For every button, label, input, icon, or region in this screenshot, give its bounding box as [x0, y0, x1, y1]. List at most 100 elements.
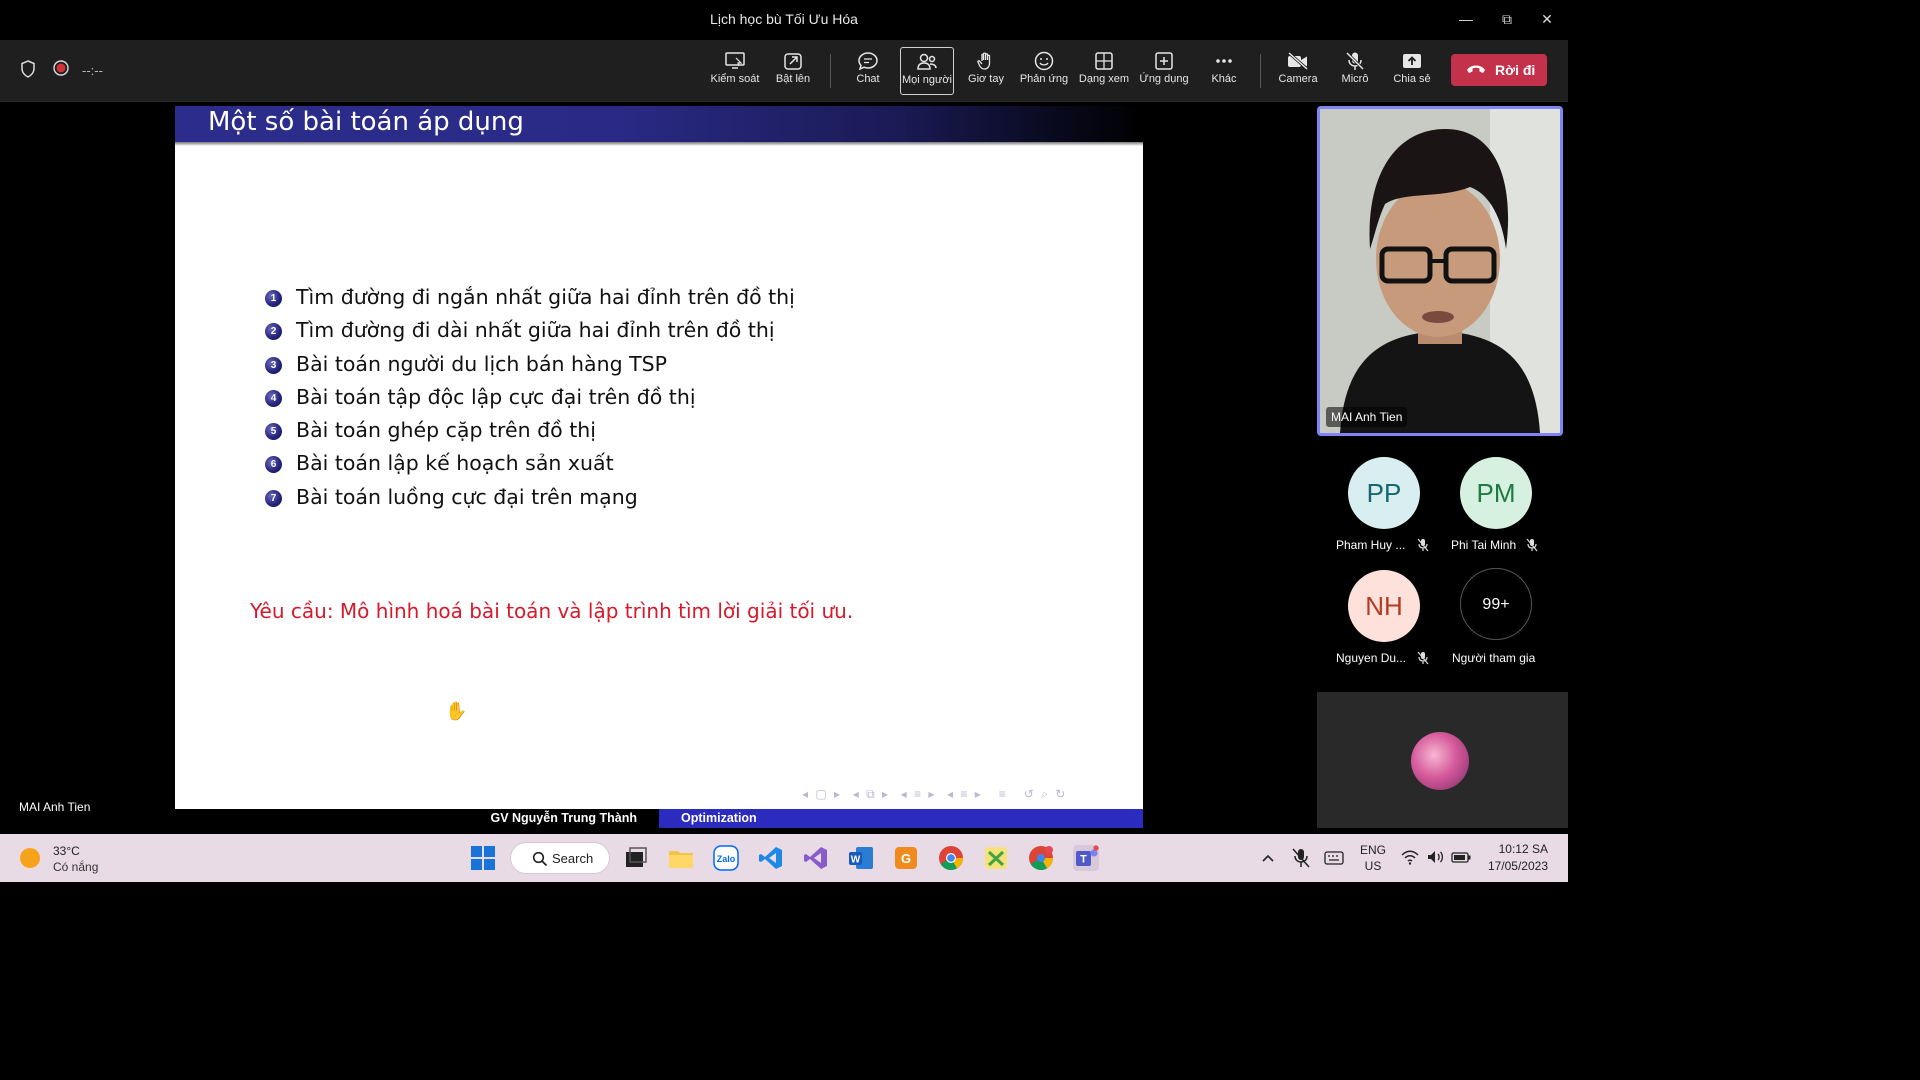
slide-header: Một số bài toán áp dụng [175, 106, 1143, 142]
beamer-navigation-icons[interactable]: ◂ ▢ ▸ ◂ ⧉ ▸ ◂ ≡ ▸ ◂ ≡ ▸ ≡ ↺ ⌕ ↻ [802, 787, 1067, 802]
toolbar-divider [1260, 54, 1261, 88]
language-bottom[interactable]: US [1356, 859, 1390, 873]
more-button[interactable]: Khác [1195, 47, 1253, 95]
windows-start-icon[interactable] [470, 845, 496, 871]
participant-avatar[interactable]: NH [1348, 570, 1420, 642]
requirement-text: Yêu cầu: Mô hình hoá bài toán và lập trì… [250, 599, 854, 623]
wifi-icon[interactable] [1400, 848, 1426, 874]
screen-control-icon [725, 52, 745, 69]
hang-up-icon [1467, 65, 1485, 73]
self-view-tile[interactable] [1317, 692, 1568, 828]
search-icon [532, 851, 548, 867]
weather-temperature: 33°C [53, 844, 80, 858]
restore-button[interactable]: ⧉ [1495, 8, 1519, 30]
chevron-up-icon[interactable] [1258, 848, 1284, 874]
vscode-icon[interactable] [758, 845, 784, 871]
shield-icon [20, 60, 36, 83]
apps-button[interactable]: Ứng dụng [1135, 47, 1193, 95]
slide-footer: GV Nguyễn Trung Thành Optimization [175, 809, 1143, 828]
battery-icon[interactable] [1450, 848, 1476, 874]
title-bar: Lịch học bù Tối Ưu Hóa — ⧉ ✕ [0, 0, 1568, 40]
zalo-icon[interactable]: Zalo [713, 845, 739, 871]
chat-label: Chat [856, 73, 880, 85]
participant-name: Phi Tai Minh [1451, 538, 1517, 552]
leave-label: Rời đi [1495, 62, 1536, 78]
participant-panel: MAI Anh Tien PP Pham Huy ... PM Phi Tai … [1310, 102, 1568, 830]
item-number-badge: 1 [265, 290, 282, 307]
visual-studio-icon[interactable] [803, 845, 829, 871]
view-button[interactable]: Dạng xem [1075, 47, 1133, 95]
share-button[interactable]: Chia sẻ [1383, 47, 1441, 95]
chat-button[interactable]: Chat [839, 47, 897, 95]
people-icon [917, 53, 937, 70]
more-participants-button[interactable]: 99+ [1460, 568, 1532, 640]
apps-label: Ứng dụng [1139, 73, 1189, 85]
add-app-icon [1155, 52, 1173, 70]
react-button[interactable]: Phản ứng [1015, 47, 1073, 95]
share-icon [1403, 54, 1421, 68]
popout-icon [784, 53, 802, 70]
item-text: Bài toán ghép cặp trên đồ thị [296, 418, 596, 443]
presenter-video-tile[interactable]: MAI Anh Tien [1317, 106, 1563, 436]
popout-button[interactable]: Bật lên [764, 47, 822, 95]
mic-button[interactable]: Micrô [1326, 47, 1384, 95]
control-button[interactable]: Kiểm soát [706, 47, 764, 95]
presenter-video-feed [1320, 109, 1560, 433]
pdf-reader-icon[interactable]: G [893, 845, 919, 871]
item-text: Bài toán lập kế hoạch sản xuất [296, 451, 614, 476]
task-view-icon[interactable] [623, 845, 649, 871]
presentation-slide: Một số bài toán áp dụng 1 Tìm đường đi n… [175, 106, 1143, 828]
mic-off-icon [1416, 538, 1430, 557]
svg-text:Zalo: Zalo [717, 854, 736, 864]
camera-button[interactable]: Camera [1269, 47, 1327, 95]
share-label: Chia sẻ [1393, 73, 1431, 85]
header-shadow [175, 142, 1143, 146]
camera-label: Camera [1278, 73, 1318, 85]
window-title: Lịch học bù Tối Ưu Hóa [710, 11, 858, 27]
more-dots-icon [1216, 59, 1232, 63]
chrome-profile-icon[interactable] [1028, 845, 1054, 871]
item-text: Tìm đường đi dài nhất giữa hai đỉnh trên… [296, 318, 775, 343]
people-button[interactable]: Mọi người [900, 47, 954, 95]
item-text: Bài toán luồng cực đại trên mạng [296, 484, 638, 509]
mic-label: Micrô [1341, 73, 1369, 85]
avatar [1411, 732, 1469, 790]
clock-time: 10:12 SA [1498, 842, 1548, 856]
keyboard-icon[interactable] [1323, 848, 1349, 874]
chrome-icon[interactable] [938, 845, 964, 871]
participant-name: Người tham gia [1452, 651, 1536, 665]
participant-name: Nguyen Du... [1336, 651, 1407, 665]
item-number-badge: 5 [265, 423, 282, 441]
windows-taskbar: 33°C Có nắng Search Zalo W G T ENG US 10… [0, 834, 1568, 882]
participant-avatar[interactable]: PM [1460, 457, 1532, 529]
view-label: Dạng xem [1078, 73, 1130, 85]
raise-hand-label: Giơ tay [968, 73, 1004, 85]
react-label: Phản ứng [1019, 73, 1069, 85]
minimize-button[interactable]: — [1454, 8, 1478, 30]
popout-label: Bật lên [775, 73, 811, 85]
close-button[interactable]: ✕ [1535, 8, 1559, 30]
file-explorer-icon[interactable] [668, 845, 694, 871]
hand-icon [977, 52, 991, 70]
language-top[interactable]: ENG [1356, 843, 1390, 857]
app-icon[interactable] [983, 845, 1009, 871]
teams-icon[interactable]: T [1073, 845, 1099, 871]
leave-button[interactable]: Rời đi [1451, 54, 1547, 86]
meeting-toolbar: --:-- Kiểm soát Bật lên Chat Mọi người G… [0, 40, 1568, 102]
recording-icon [53, 60, 69, 81]
hand-cursor-icon: ✋ [445, 701, 468, 721]
volume-icon[interactable] [1425, 848, 1451, 874]
taskbar-clock[interactable]: 10:12 SA 17/05/2023 [1478, 841, 1548, 875]
participant-avatar[interactable]: PP [1348, 457, 1420, 529]
svg-text:W: W [851, 855, 861, 866]
weather-description: Có nắng [53, 860, 99, 874]
mic-off-icon [1345, 51, 1365, 71]
word-icon[interactable]: W [848, 845, 874, 871]
meeting-timer: --:-- [82, 63, 103, 78]
item-text: Bài toán người du lịch bán hàng TSP [296, 351, 667, 376]
taskbar-search[interactable]: Search [510, 842, 610, 874]
mic-muted-tray-icon[interactable] [1290, 847, 1316, 873]
people-label: Mọi người [901, 74, 953, 86]
sun-icon [20, 848, 40, 868]
raise-hand-button[interactable]: Giơ tay [957, 47, 1015, 95]
